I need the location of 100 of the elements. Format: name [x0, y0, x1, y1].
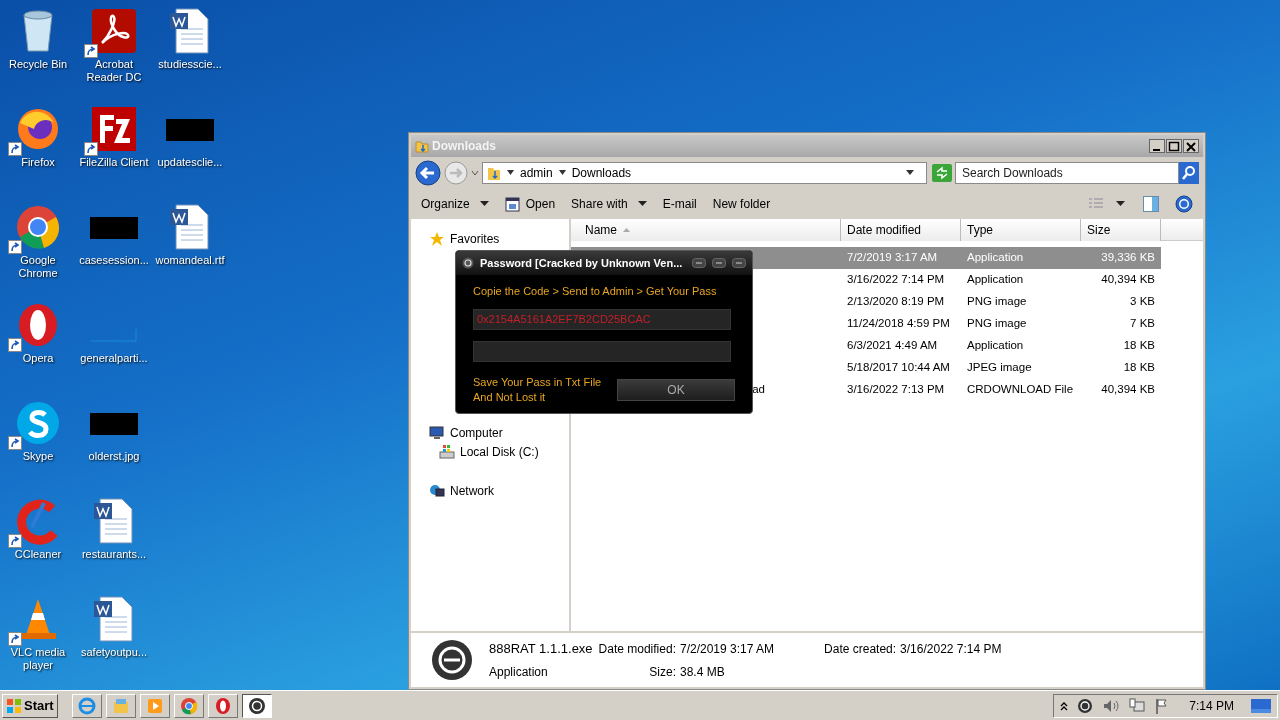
nav-item[interactable]: Local Disk (C:): [439, 442, 569, 461]
icon-label[interactable]: Firefox: [20, 156, 56, 169]
icon-label[interactable]: restaurants...: [80, 548, 148, 561]
chrome-logo-icon: [14, 203, 62, 251]
toolbar-button[interactable]: New folder: [706, 192, 777, 216]
table-cell-text: CRDOWNLOAD File: [966, 382, 1075, 398]
password-field[interactable]: [473, 340, 731, 362]
maximize-button[interactable]: [1166, 139, 1182, 153]
icon-label[interactable]: safetyoutpu...: [79, 646, 148, 659]
help-icon[interactable]: [1175, 195, 1193, 213]
show-desktop-button[interactable]: [1251, 698, 1271, 713]
table-cell-text: 11/24/2018 4:59 PM: [846, 316, 951, 332]
file-type: Application: [489, 663, 549, 681]
show-hidden-icons-button[interactable]: [1060, 700, 1069, 711]
table-cell-text: 40,394 KB: [1100, 382, 1156, 398]
app-logo-icon: [462, 257, 474, 269]
app-logo-icon: [431, 639, 473, 681]
icon-label[interactable]: FileZilla Client: [78, 156, 150, 169]
field-label: Size:: [648, 663, 676, 681]
field-value: 3/16/2022 7:14 PM: [900, 641, 1002, 659]
network-globe-icon: [429, 482, 445, 499]
file-name: ad: [752, 382, 765, 398]
table-cell-text: JPEG image: [966, 360, 1033, 376]
minimize-button[interactable]: [1149, 139, 1165, 153]
icon-label[interactable]: Recycle Bin: [7, 58, 69, 71]
icon-label[interactable]: Skype: [21, 450, 55, 463]
nav-item[interactable]: Favorites: [429, 229, 569, 248]
search-icon[interactable]: [1179, 162, 1199, 184]
close-button[interactable]: [1183, 139, 1199, 153]
column-header[interactable]: Type: [961, 219, 1081, 241]
icon-label[interactable]: Opera: [21, 352, 55, 365]
column-header: [1161, 219, 1203, 240]
table-cell-text: 6/3/2021 4:49 AM: [846, 338, 939, 354]
file-name: 888RAT 1.1.1.exe: [489, 640, 593, 659]
toolbar-button[interactable]: E-mail: [656, 192, 703, 216]
ok-button[interactable]: OK: [617, 378, 735, 401]
field-label: Date modified:: [598, 641, 676, 659]
table-cell-text: Application: [966, 338, 1025, 354]
play-icon: [145, 696, 164, 715]
nav-item[interactable]: Computer: [429, 423, 569, 442]
back-button[interactable]: [415, 160, 441, 186]
icon-label[interactable]: olderst.jpg: [87, 450, 141, 463]
folder-icon: [415, 139, 429, 153]
icon-label[interactable]: VLC media player: [0, 646, 76, 672]
icon-label[interactable]: womandeal.rtf: [154, 254, 226, 267]
sort-arrow-icon: [623, 228, 630, 232]
breadcrumb-item[interactable]: Downloads: [571, 164, 632, 182]
ie-logo-icon: [77, 696, 96, 715]
table-cell-text: 3 KB: [1129, 294, 1156, 310]
toolbar-button[interactable]: Share with: [565, 192, 653, 216]
window-title: Downloads: [432, 138, 497, 155]
address-bar[interactable]: admin Downloads: [482, 162, 927, 184]
table-cell-text: 3/16/2022 7:14 PM: [846, 272, 946, 288]
opera-logo-icon: [213, 696, 232, 715]
search-field[interactable]: Search Downloads: [955, 162, 1179, 184]
folders-icon: [111, 696, 130, 715]
icon-label[interactable]: updatesclie...: [156, 156, 224, 169]
icon-label[interactable]: CCleaner: [13, 548, 63, 561]
table-cell-text: PNG image: [966, 294, 1028, 310]
folder-icon: [487, 165, 501, 181]
toolbar-button[interactable]: Organize: [415, 192, 495, 216]
column-header[interactable]: Size: [1081, 219, 1161, 241]
table-cell-text: 7/2/2019 3:17 AM: [846, 250, 939, 266]
table-cell-text: 18 KB: [1122, 360, 1156, 376]
app-logo-icon[interactable]: [1077, 697, 1094, 714]
caret-icon: [558, 170, 566, 176]
network-icon[interactable]: [1129, 697, 1146, 714]
window-icon: [504, 196, 520, 212]
caret-icon[interactable]: [1116, 201, 1125, 207]
dropdown-caret-icon[interactable]: [906, 170, 914, 176]
column-header[interactable]: Name: [571, 219, 841, 241]
toolbar-button[interactable]: Open: [498, 192, 562, 216]
nav-item[interactable]: Network: [429, 481, 569, 500]
table-cell-text: 7 KB: [1129, 316, 1156, 332]
breadcrumb-item[interactable]: admin: [520, 164, 553, 182]
computer-icon: [429, 424, 445, 441]
icon-label[interactable]: Acrobat Reader DC: [76, 58, 152, 84]
clock[interactable]: 7:14 PM: [1189, 696, 1234, 715]
table-cell-text: 18 KB: [1122, 338, 1156, 354]
table-cell-text: 39,336 KB: [1100, 250, 1156, 266]
pdf-document-icon: [90, 7, 138, 55]
skype-logo-icon: [14, 399, 62, 447]
windows-logo-icon: [6, 697, 22, 714]
icon-label[interactable]: generalparti...: [79, 352, 149, 365]
table-cell-text: 2/13/2020 8:19 PM: [846, 294, 946, 310]
icon-label[interactable]: casesession...: [78, 254, 150, 267]
start-button[interactable]: Start: [2, 693, 58, 718]
caret-icon: [479, 201, 489, 207]
note-text: Save Your Pass in Txt File And Not Lost it: [473, 374, 602, 405]
field-label: Date created:: [824, 641, 897, 659]
preview-pane-icon[interactable]: [1143, 196, 1159, 212]
taskbar-button[interactable]: [241, 693, 272, 718]
icon-label[interactable]: Google Chrome: [0, 254, 76, 280]
table-cell-text: Application: [966, 272, 1025, 288]
refresh-button[interactable]: [932, 164, 952, 182]
field-value: 7/2/2019 3:17 AM: [679, 641, 775, 659]
table-cell-text: Application: [966, 250, 1025, 266]
caret-icon: [507, 170, 514, 176]
icon-label[interactable]: studiesscie...: [157, 58, 223, 71]
column-header[interactable]: Date modified: [841, 219, 961, 241]
